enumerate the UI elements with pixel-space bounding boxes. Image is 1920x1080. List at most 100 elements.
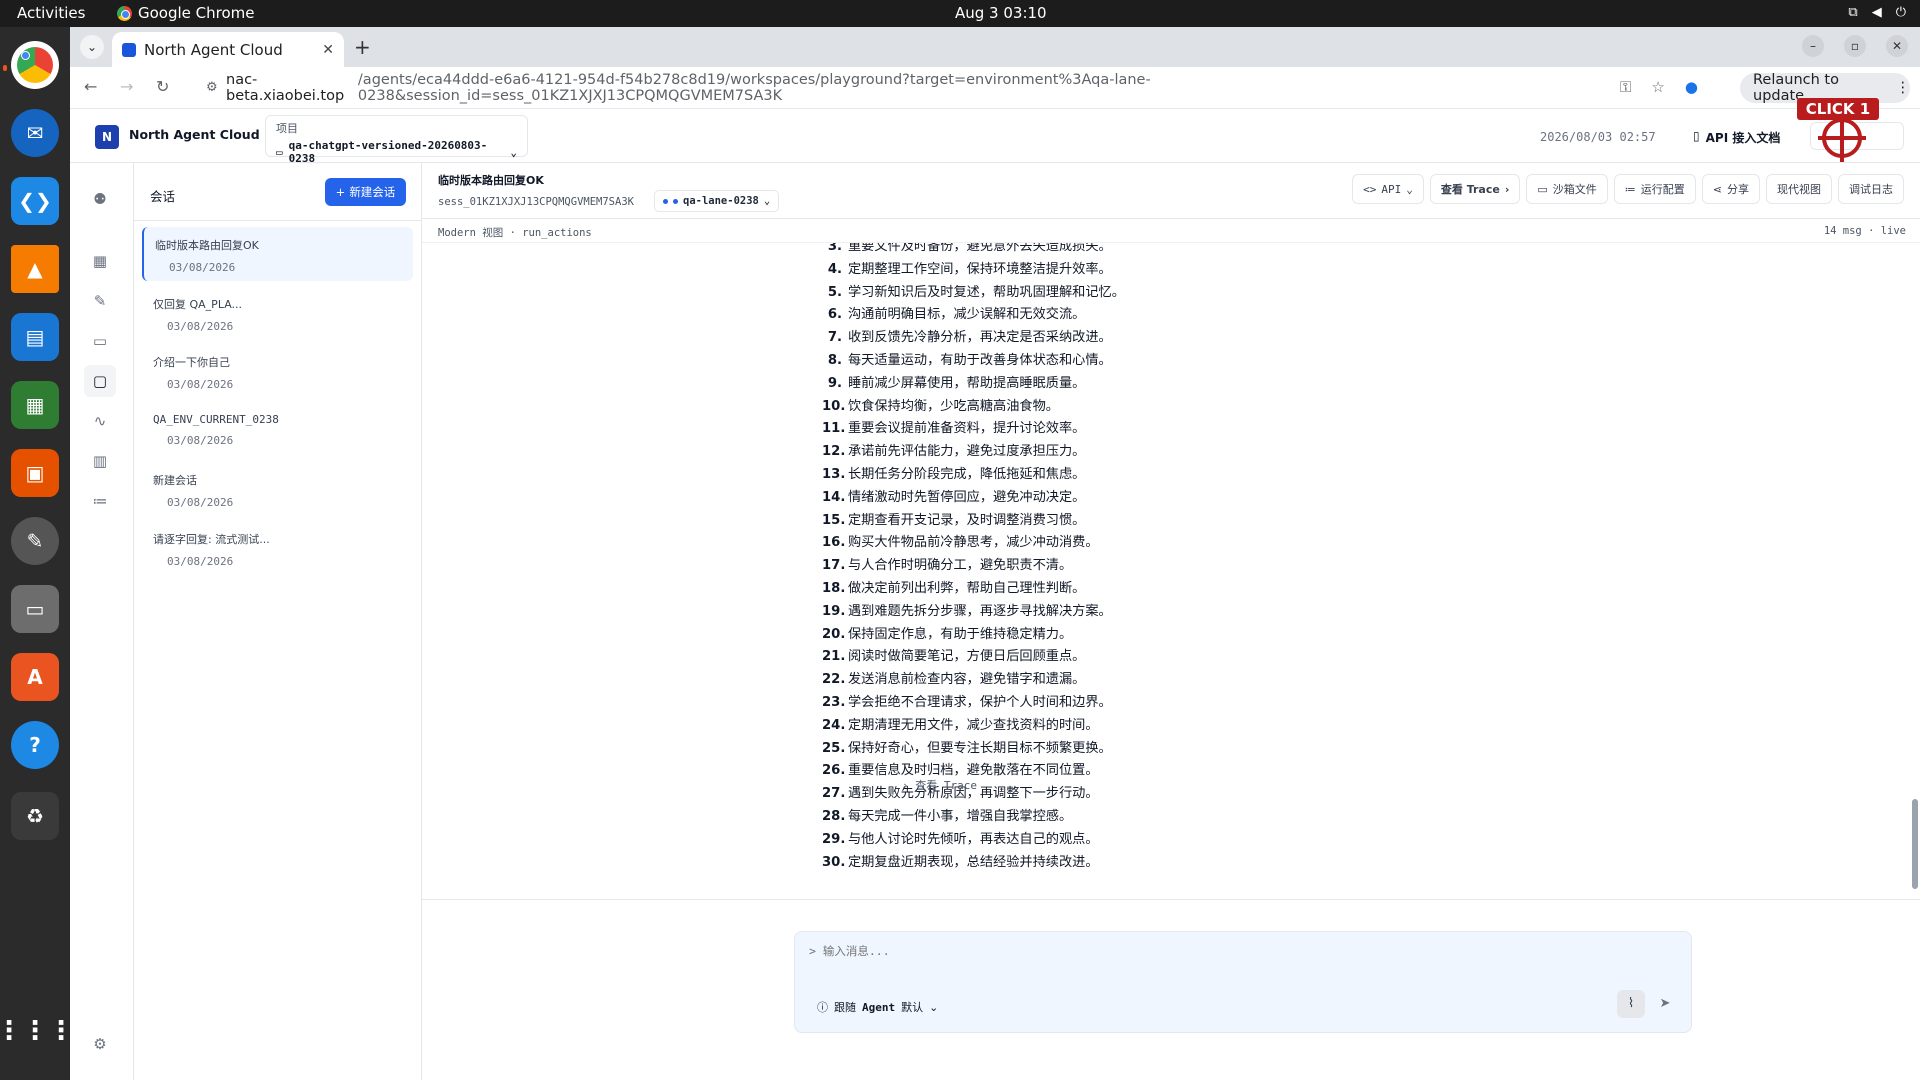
clock[interactable]: Aug 3 03:10: [955, 4, 1047, 22]
list-item-text: 发送消息前检查内容，避免错字和遗漏。: [848, 672, 1086, 688]
lane-selector[interactable]: qa-lane-0238 ⌄: [654, 190, 780, 212]
session-name: 新建会话: [153, 474, 197, 487]
list-item-text: 定期整理工作空间，保持环境整洁提升效率。: [848, 261, 1112, 277]
list-item: 5. 学习新知识后及时复述，帮助巩固理解和记忆。: [822, 282, 1522, 305]
activities-button[interactable]: Activities: [17, 4, 85, 22]
settings-gear-icon[interactable]: ⚙: [84, 1028, 116, 1060]
app-menu[interactable]: Google Chrome: [117, 4, 255, 22]
back-icon[interactable]: ←: [84, 77, 97, 96]
more-menu-icon[interactable]: ⋮: [1896, 80, 1911, 96]
list-item-number: 17.: [822, 558, 846, 574]
session-item[interactable]: QA_ENV_CURRENT_0238 03/08/2026: [142, 403, 413, 457]
list-item-number: 14.: [822, 489, 846, 505]
chrome-dock-icon[interactable]: [11, 41, 59, 89]
new-tab-button[interactable]: +: [354, 35, 371, 59]
terminal-icon[interactable]: ▭: [84, 325, 116, 357]
close-window-icon[interactable]: ✕: [1886, 35, 1908, 57]
list-item-number: 6.: [827, 307, 842, 323]
calc-icon[interactable]: ▦: [11, 381, 59, 429]
session-name: 介绍一下你自己: [153, 356, 230, 369]
help-icon[interactable]: ?: [11, 721, 59, 769]
maximize-icon[interactable]: ▫: [1844, 35, 1866, 57]
chat-icon[interactable]: ▢: [84, 365, 116, 397]
trash-icon[interactable]: ♻: [11, 792, 59, 840]
server-datetime: 2026/08/03 02:57: [1540, 130, 1656, 144]
forward-icon[interactable]: →: [120, 77, 133, 96]
message-input[interactable]: [809, 944, 1609, 958]
software-icon[interactable]: A: [11, 653, 59, 701]
message-list[interactable]: 3. 重要文件及时备份，避免意外丢失造成损失。 4. 定期整理工作空间，保持环境整洁提…: [422, 243, 1920, 900]
vscode-icon[interactable]: ❮❯: [11, 177, 59, 225]
agent-bot-icon[interactable]: ⚉: [84, 183, 116, 215]
list-item-number: 28.: [822, 808, 846, 824]
new-session-label: 新建会话: [349, 185, 396, 199]
site-info-icon[interactable]: ⚙: [206, 80, 218, 95]
session-item[interactable]: 仅回复 QA_PLA... 03/08/2026: [142, 286, 413, 340]
view-trace-link[interactable]: › 查看 Trace: [902, 777, 977, 793]
list-item: 29. 与他人讨论时先倾听，再表达自己的观点。: [822, 829, 1522, 852]
list-item-text: 重要会议提前准备资料，提升讨论效率。: [848, 421, 1086, 437]
tab-search-button[interactable]: ⌄: [80, 35, 104, 59]
profile-icon[interactable]: ●: [1685, 78, 1698, 96]
bookmark-star-icon[interactable]: ☆: [1651, 78, 1664, 96]
dashboard-icon[interactable]: ▦: [84, 245, 116, 277]
view-trace-button[interactable]: 查看 Trace ›: [1429, 174, 1521, 204]
edit-icon[interactable]: ✎: [84, 285, 116, 317]
activity-icon[interactable]: ∿: [84, 405, 116, 437]
scrollbar[interactable]: [1910, 243, 1920, 899]
vlc-icon[interactable]: ▲: [11, 245, 59, 293]
session-item[interactable]: 介绍一下你自己 03/08/2026: [142, 344, 413, 398]
modern-view-button[interactable]: 现代视图: [1766, 174, 1832, 204]
list-item: 7. 收到反馈先冷静分析，再决定是否采纳改进。: [822, 327, 1522, 350]
list-item: 28. 每天完成一件小事，增强自我掌控感。: [822, 806, 1522, 829]
list-item-number: 10.: [822, 398, 846, 414]
agent-selector[interactable]: ⓘ 跟随 Agent 默认 ⌄: [809, 994, 946, 1020]
session-panel: 会话 + 新建会话 临时版本路由回复OK 03/08/2026 仅回复 QA_PLA…: [134, 163, 422, 1080]
api-doc-link[interactable]: ▯ API 接入文档: [1693, 129, 1780, 146]
sandbox-files-button[interactable]: ▭ 沙箱文件: [1526, 174, 1608, 204]
tuning-icon[interactable]: ≔: [84, 485, 116, 517]
session-item[interactable]: 临时版本路由回复OK 03/08/2026: [142, 227, 413, 281]
address-bar[interactable]: ⚙ nac-beta.xiaobei.top/agents/eca44ddd-e…: [202, 72, 1432, 104]
list-item-text: 定期清理无用文件，减少查找资料的时间。: [848, 717, 1099, 733]
debug-log-button[interactable]: 调试日志: [1838, 174, 1904, 204]
list-item-text: 学会拒绝不合理请求，保护个人时间和边界。: [848, 694, 1112, 710]
chat-header: 临时版本路由回复OK sess_01KZ1XJXJ13CPQMQGVMEM7SA…: [422, 163, 1920, 219]
app-grid-icon[interactable]: ⋮⋮⋮: [0, 1007, 74, 1055]
minimize-icon[interactable]: –: [1802, 35, 1824, 57]
api-button[interactable]: <> API ⌄: [1352, 174, 1424, 204]
analytics-icon[interactable]: ▥: [84, 445, 116, 477]
session-item[interactable]: 新建会话 03/08/2026: [142, 462, 413, 516]
attach-file-icon[interactable]: ⌇: [1617, 990, 1645, 1018]
writer-icon[interactable]: ▤: [11, 313, 59, 361]
close-tab-icon[interactable]: ✕: [322, 42, 334, 58]
new-session-button[interactable]: + 新建会话: [325, 178, 406, 206]
tab-title: North Agent Cloud: [144, 40, 283, 59]
brand-name: North Agent Cloud: [129, 127, 260, 142]
window-controls: – ▫ ✕: [1802, 35, 1908, 57]
system-tray[interactable]: ⧉ ◀ ⏻: [1848, 5, 1906, 20]
scrollbar-thumb[interactable]: [1912, 799, 1918, 889]
files-icon[interactable]: ▭: [11, 585, 59, 633]
session-name: 请逐字回复: 流式测试...: [153, 533, 270, 546]
project-selector[interactable]: 项目 ▭ qa-chatgpt-versioned-20260803-0238 ⌄: [265, 115, 528, 165]
list-item-text: 与人合作时明确分工，避免职责不清。: [848, 558, 1073, 574]
thunderbird-icon[interactable]: ✉: [11, 109, 59, 157]
list-item: 18. 做决定前列出利弊，帮助自己理性判断。: [822, 578, 1522, 601]
tab-active[interactable]: North Agent Cloud ✕: [112, 32, 344, 67]
password-key-icon[interactable]: ⚿: [1620, 78, 1631, 96]
omnibox-actions: ⚿ ☆ ●: [1620, 78, 1698, 96]
run-config-button[interactable]: ≔ 运行配置: [1613, 174, 1696, 204]
reload-icon[interactable]: ↻: [156, 77, 169, 96]
list-item-text: 重要文件及时备份，避免意外丢失造成损失。: [848, 243, 1112, 254]
share-button[interactable]: ⋖ 分享: [1701, 174, 1760, 204]
impress-icon[interactable]: ▣: [11, 449, 59, 497]
list-item: 8. 每天适量运动，有助于改善身体状态和心情。: [822, 350, 1522, 373]
list-item-number: 30.: [822, 854, 846, 870]
session-item[interactable]: 请逐字回复: 流式测试... 03/08/2026: [142, 521, 413, 575]
list-item-text: 睡前减少屏幕使用，帮助提高睡眠质量。: [848, 375, 1086, 391]
gimp-icon[interactable]: ✎: [11, 517, 59, 565]
send-icon[interactable]: ➤: [1651, 990, 1679, 1018]
plus-icon: +: [335, 185, 346, 199]
network-icon: ⧉: [1848, 5, 1858, 20]
